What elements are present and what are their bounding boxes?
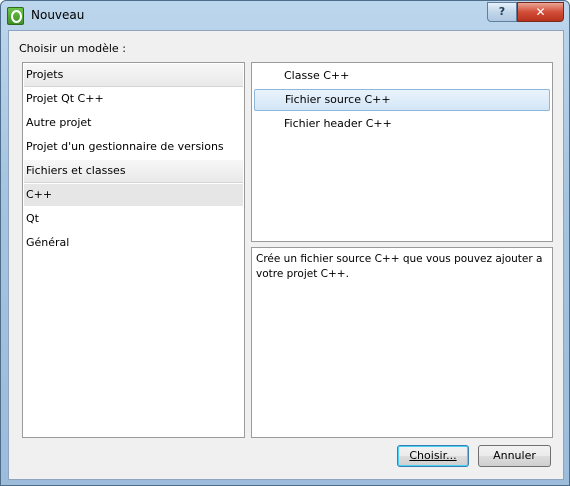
template-list[interactable]: Classe C++ Fichier source C++ Fichier he… — [251, 62, 553, 242]
template-description: Crée un fichier source C++ que vous pouv… — [256, 253, 543, 280]
choose-button-label: Choisir... — [409, 449, 457, 462]
choose-button[interactable]: Choisir... — [397, 445, 469, 467]
group-header-fichiers-classes: Fichiers et classes — [24, 160, 243, 183]
category-item-autre-projet[interactable]: Autre projet — [24, 112, 243, 134]
category-item-cpp[interactable]: C++ — [24, 184, 243, 206]
close-button[interactable]: ✕ — [517, 2, 564, 22]
template-description-panel: Crée un fichier source C++ que vous pouv… — [251, 247, 553, 438]
category-item-general[interactable]: Général — [24, 232, 243, 254]
group-header-projets: Projets — [24, 64, 243, 87]
dialog-body: Choisir un modèle : Projets Projet Qt C+… — [8, 30, 564, 480]
window-title: Nouveau — [31, 8, 85, 22]
template-item-fichier-source-cpp[interactable]: Fichier source C++ — [254, 89, 550, 111]
category-list[interactable]: Projets Projet Qt C++ Autre projet Proje… — [22, 62, 245, 438]
category-item-projet-vcs[interactable]: Projet d'un gestionnaire de versions — [24, 136, 243, 158]
template-item-fichier-header-cpp[interactable]: Fichier header C++ — [254, 113, 550, 135]
template-item-classe-cpp[interactable]: Classe C++ — [254, 65, 550, 87]
category-item-projet-qt-cpp[interactable]: Projet Qt C++ — [24, 88, 243, 110]
choose-template-label: Choisir un modèle : — [19, 42, 126, 55]
qt-app-icon — [7, 7, 24, 25]
cancel-button[interactable]: Annuler — [478, 445, 551, 467]
help-button[interactable]: ? — [487, 2, 517, 22]
title-bar[interactable]: Nouveau ? ✕ — [1, 1, 569, 29]
category-item-qt[interactable]: Qt — [24, 208, 243, 230]
dialog-window: Nouveau ? ✕ Choisir un modèle : Projets … — [0, 0, 570, 486]
